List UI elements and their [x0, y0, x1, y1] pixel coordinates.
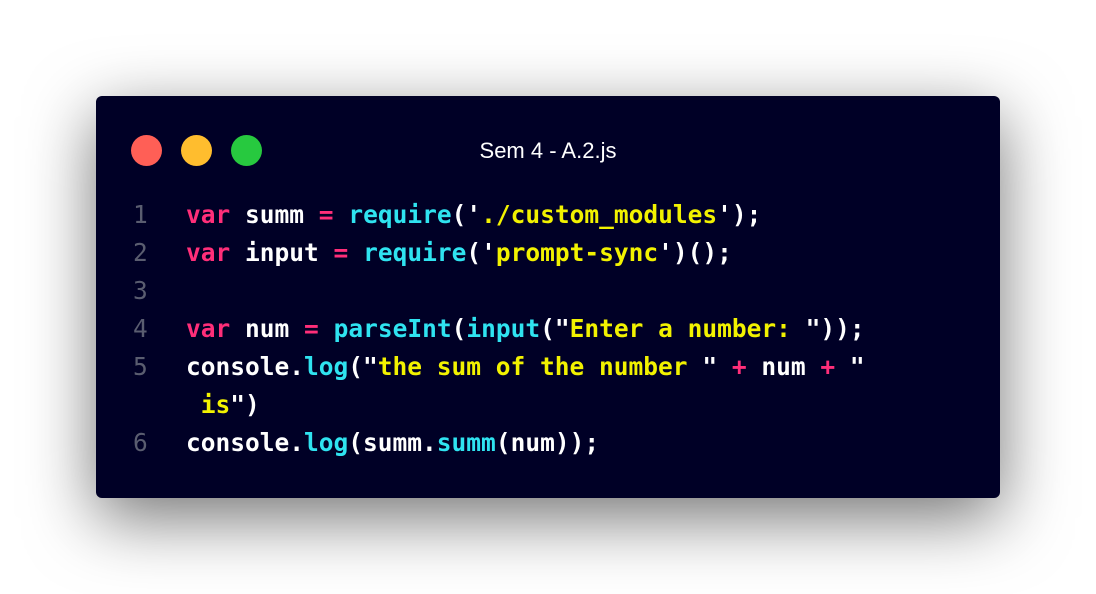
code-window: Sem 4 - A.2.js 1 var summ = require('./cu…: [96, 96, 1000, 498]
code-token: (": [348, 352, 378, 381]
code-text: is"): [186, 386, 260, 424]
code-token: require: [348, 200, 452, 229]
code-token: summ: [436, 428, 496, 457]
code-line: 2 var input = require('prompt-sync')();: [96, 234, 1000, 272]
code-token: is: [200, 390, 231, 419]
code-line: 5 console.log("the sum of the number " + …: [96, 348, 1000, 386]
code-token: input: [466, 314, 541, 343]
code-text: console.log(summ.summ(num));: [186, 424, 599, 462]
code-token: ')();: [658, 238, 732, 267]
code-token: log: [304, 428, 349, 457]
line-number: 1: [133, 200, 148, 229]
code-line: is"): [96, 386, 1000, 424]
code-token: parseInt: [333, 314, 452, 343]
code-token: +: [731, 352, 747, 381]
code-token: Enter a number:: [569, 314, 806, 343]
code-token: =: [333, 238, 349, 267]
code-token: input: [230, 238, 334, 267]
window-title: Sem 4 - A.2.js: [479, 138, 617, 163]
line-number: 6: [133, 428, 148, 457]
code-line: 6 console.log(summ.summ(num));: [96, 424, 1000, 462]
code-token: console.: [186, 352, 305, 381]
code-token: num: [746, 352, 821, 381]
code-line: 4 var num = parseInt(input("Enter a numbe…: [96, 310, 1000, 348]
code-token: summ: [230, 200, 319, 229]
code-token: =: [304, 314, 319, 343]
line-number: 5: [133, 352, 148, 381]
code-token: var: [186, 238, 231, 267]
code-token: ');: [717, 200, 762, 229]
window-titlebar: Sem 4 - A.2.js: [96, 96, 1000, 196]
code-token: (summ.: [348, 428, 437, 457]
code-token: the sum of the number: [377, 352, 703, 381]
code-line: 3: [96, 272, 1000, 310]
code-token: (num));: [495, 428, 600, 457]
code-token: console.: [186, 428, 305, 457]
code-token: "));: [805, 314, 865, 343]
code-text: var input = require('prompt-sync')();: [186, 234, 732, 272]
code-token: "): [230, 390, 260, 419]
code-token: (': [466, 238, 496, 267]
code-token: num: [230, 314, 305, 343]
code-token: prompt-sync: [495, 238, 659, 267]
code-text: console.log("the sum of the number " + n…: [186, 348, 865, 386]
code-token: (": [540, 314, 570, 343]
code-line: 1 var summ = require('./custom_modules');: [96, 196, 1000, 234]
code-editor[interactable]: 1 var summ = require('./custom_modules');…: [96, 196, 1000, 462]
line-number: 3: [133, 276, 148, 305]
code-token: +: [820, 352, 836, 381]
code-text: var num = parseInt(input("Enter a number…: [186, 310, 865, 348]
code-token: var: [186, 314, 231, 343]
code-token: var: [186, 200, 231, 229]
code-token: ": [702, 352, 732, 381]
code-token: ./custom_modules: [481, 200, 718, 229]
code-token: ": [835, 352, 865, 381]
line-number: 2: [133, 238, 148, 267]
code-text: var summ = require('./custom_modules');: [186, 196, 761, 234]
line-number: 4: [133, 314, 148, 343]
code-token: (': [451, 200, 482, 229]
code-token: =: [318, 200, 334, 229]
code-token: log: [304, 352, 349, 381]
code-token: require: [363, 238, 467, 267]
code-token: (: [451, 314, 467, 343]
